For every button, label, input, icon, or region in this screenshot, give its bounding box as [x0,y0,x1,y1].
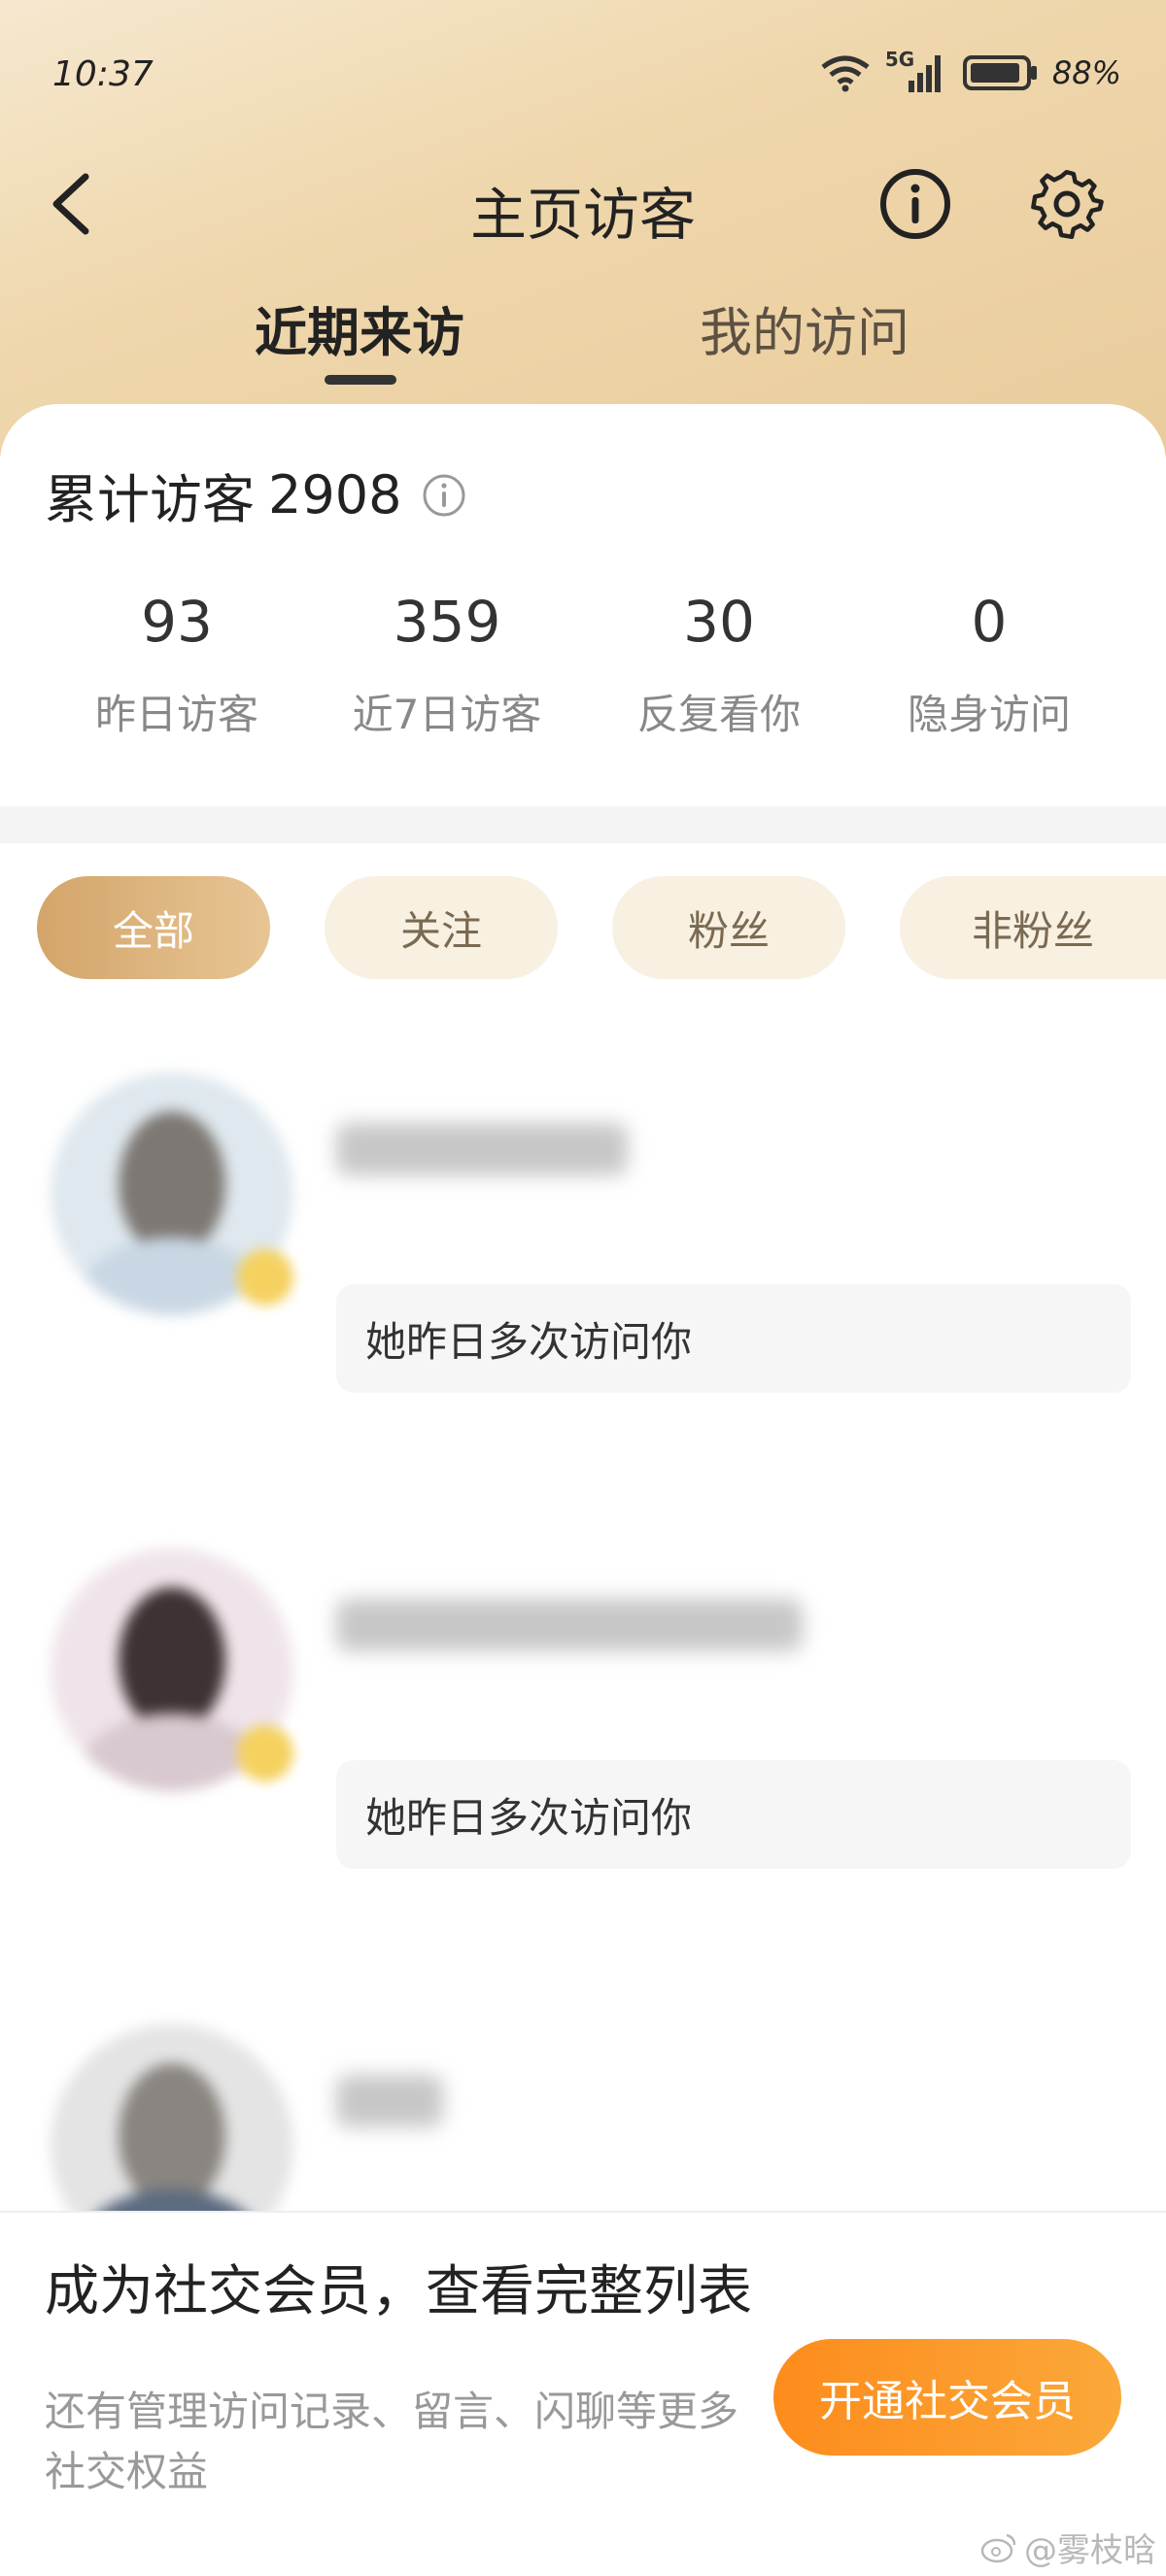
tab-bar: 近期来访 我的访问 [0,282,1166,398]
stat-label: 近7日访客 [352,691,542,738]
nav-bar: 主页访客 [0,146,1166,262]
stat-value: 0 [971,589,1008,655]
visitor-name-blurred [336,2075,443,2127]
settings-button[interactable] [1028,165,1106,243]
stat-repeat-viewers[interactable]: 30 反复看你 [583,589,855,741]
tab-indicator [325,375,396,385]
membership-promo: 成为社交会员，查看完整列表 还有管理访问记录、留言、闪聊等更多社交权益 开通社交… [0,2211,1166,2576]
stat-label: 隐身访问 [907,691,1071,738]
weibo-icon [980,2533,1016,2562]
stat-yesterday[interactable]: 93 昨日访客 [41,589,313,741]
visit-note: 她昨日多次访问你 [336,1284,1131,1393]
total-visitors: 累计访客 2908 [45,457,467,533]
page-title: 主页访客 [469,182,696,248]
stats-row: 93 昨日访客 359 近7日访客 30 反复看你 0 隐身访问 [0,589,1166,754]
status-time: 10:37 [52,54,154,94]
vip-badge-icon [237,1725,293,1781]
info-small-icon[interactable] [421,472,467,519]
filter-non-fans[interactable]: 非粉丝 [900,876,1166,979]
status-bar: 10:37 5G 88% [0,0,1166,146]
info-icon [880,169,950,239]
activate-membership-button[interactable]: 开通社交会员 [773,2339,1121,2456]
total-visitors-value: 2908 [268,464,402,525]
watermark: @雾枝晗 [979,2524,1156,2571]
battery-icon [962,55,1037,90]
membership-subtitle: 还有管理访问记录、留言、闪聊等更多社交权益 [45,2388,739,2495]
stat-last-7-days[interactable]: 359 近7日访客 [311,589,583,741]
visitor-name-blurred [336,1599,803,1651]
chevron-left-icon [52,173,89,235]
stat-label: 反复看你 [636,691,801,738]
cellular-signal-icon: 5G [885,48,949,94]
visitor-item[interactable]: 她昨日多次访问你 [0,1541,1166,1949]
membership-title: 成为社交会员，查看完整列表 [45,2260,752,2323]
stat-value: 93 [141,589,213,655]
filter-following[interactable]: 关注 [325,876,558,979]
back-button[interactable] [39,165,107,243]
wifi-icon [821,55,870,92]
visit-note: 她昨日多次访问你 [336,1760,1131,1869]
status-icons: 5G 88% [819,48,1121,95]
visitor-name-blurred [336,1123,628,1175]
visitor-item[interactable]: 她昨日多次访问你 [0,1065,1166,1473]
total-visitors-label: 累计访客 [45,469,255,530]
filter-all[interactable]: 全部 [37,876,270,979]
stat-label: 昨日访客 [94,691,258,738]
vip-badge-icon [237,1249,293,1305]
section-divider [0,806,1166,843]
stat-hidden-visits[interactable]: 0 隐身访问 [853,589,1125,741]
gear-icon [1031,169,1104,240]
filter-chips: 全部 关注 粉丝 非粉丝 [0,876,1166,983]
watermark-text: @雾枝晗 [1024,2531,1156,2570]
filter-fans[interactable]: 粉丝 [612,876,845,979]
tab-recent-visits[interactable]: 近期来访 [194,289,525,366]
battery-percent: 88% [1051,54,1121,91]
stat-value: 30 [683,589,755,655]
stat-value: 359 [393,589,501,655]
tab-my-visits[interactable]: 我的访问 [639,289,970,366]
info-button[interactable] [876,165,954,243]
